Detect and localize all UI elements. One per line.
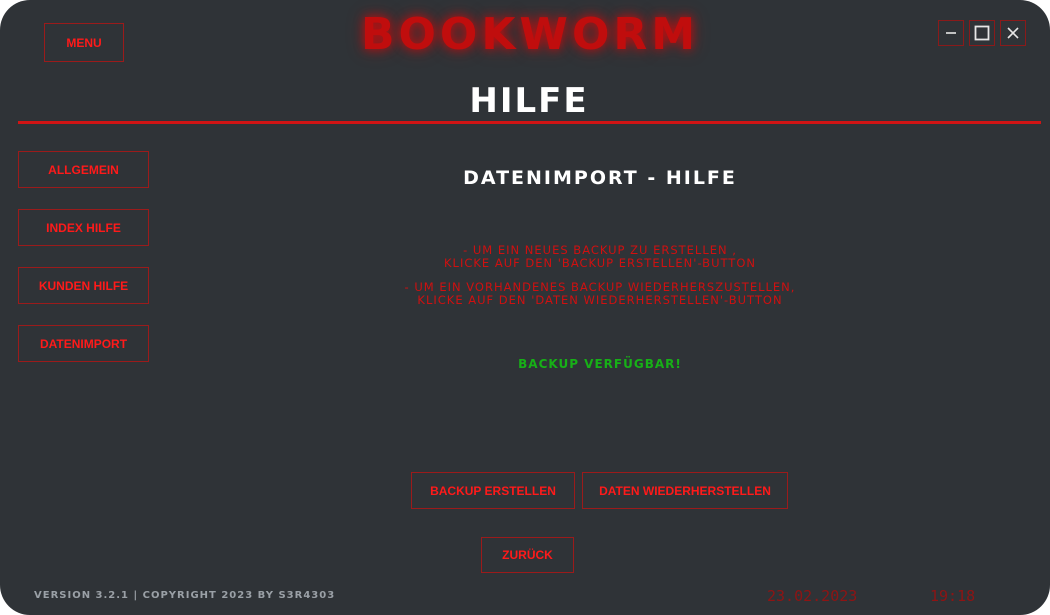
date-display: 23.02.2023 [767,587,858,605]
version-copyright: VERSION 3.2.1 | COPYRIGHT 2023 BY S3R430… [34,590,336,601]
maximize-button[interactable] [969,20,995,46]
instruction-line: KLICKE AUF DEN 'BACKUP ERSTELLEN'-BUTTON [444,256,756,270]
sidebar-item-index-hilfe[interactable]: INDEX HILFE [18,209,149,246]
title-divider [18,121,1041,124]
backup-create-button[interactable]: BACKUP ERSTELLEN [411,472,575,509]
instruction-restore-backup: - UM EIN VORHANDENES BACKUP WIEDERHERSZU… [300,281,900,307]
minimize-icon [946,32,956,34]
instruction-line: KLICKE AUF DEN 'DATEN WIEDERHERSTELLEN'-… [417,293,783,307]
app-window: MENU BOOKWORM HILFE ALLGEMEIN INDEX HILF… [0,0,1050,615]
app-logo: BOOKWORM [360,9,700,60]
close-icon [1007,27,1019,39]
instruction-create-backup: - UM EIN NEUES BACKUP ZU ERSTELLEN , KLI… [300,244,900,270]
sidebar-item-kunden-hilfe[interactable]: KUNDEN HILFE [18,267,149,304]
maximize-icon [974,25,990,41]
sidebar-item-allgemein[interactable]: ALLGEMEIN [18,151,149,188]
back-button[interactable]: ZURÜCK [481,537,574,573]
page-title: HILFE [469,81,589,121]
close-button[interactable] [1000,20,1026,46]
time-display: 19:18 [930,587,976,605]
menu-button[interactable]: MENU [44,23,124,62]
sidebar-item-datenimport[interactable]: DATENIMPORT [18,325,149,362]
section-title: DATENIMPORT - HILFE [463,167,737,189]
data-restore-button[interactable]: DATEN WIEDERHERSTELLEN [582,472,788,509]
backup-status-text: BACKUP VERFÜGBAR! [518,357,682,371]
minimize-button[interactable] [938,20,964,46]
